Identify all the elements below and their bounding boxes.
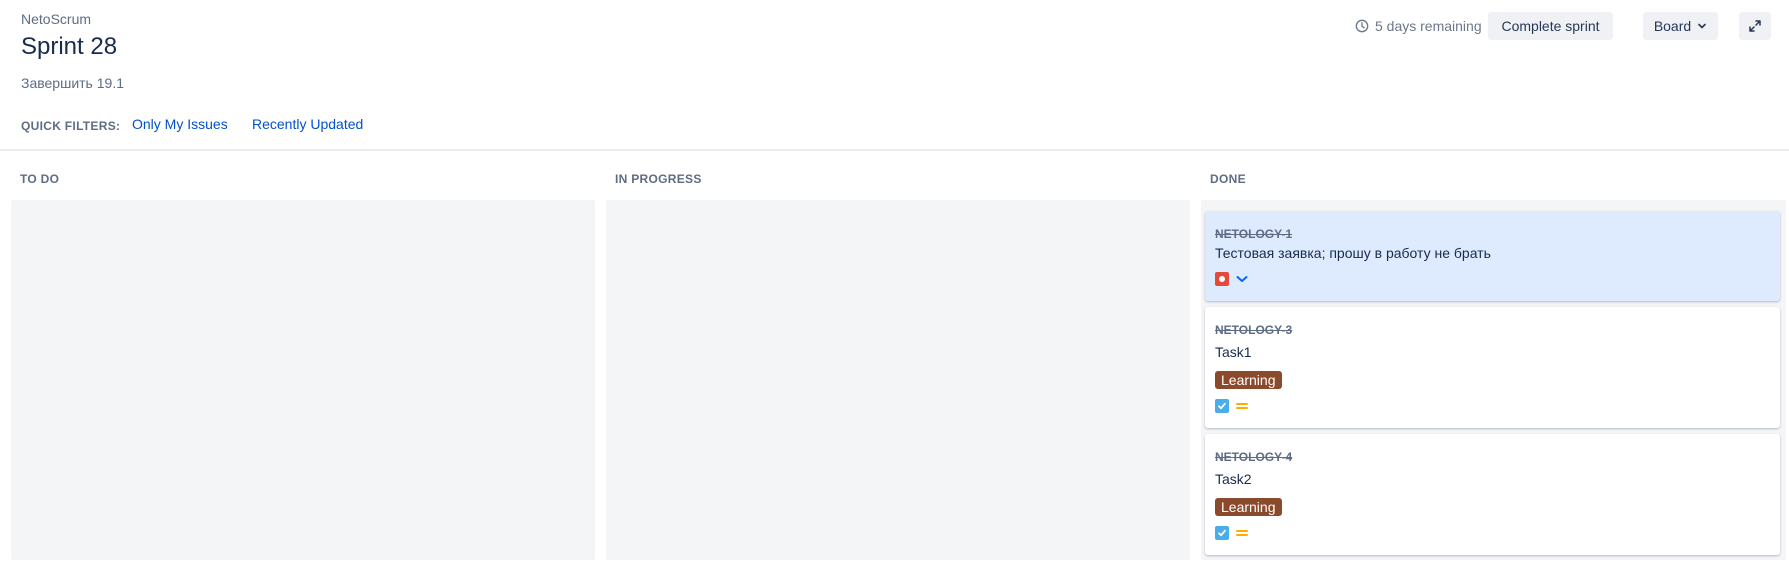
- complete-sprint-button[interactable]: Complete sprint: [1488, 12, 1613, 40]
- bug-icon: [1215, 272, 1229, 286]
- issue-key: NETOLOGY-3: [1215, 323, 1293, 337]
- issue-card[interactable]: NETOLOGY-4 Task2 Learning: [1205, 434, 1780, 555]
- issue-icons: [1215, 526, 1249, 540]
- issue-card[interactable]: NETOLOGY-1 Тестовая заявка; прошу в рабо…: [1205, 211, 1780, 301]
- chevron-down-icon: [1697, 21, 1707, 31]
- priority-medium-icon: [1235, 399, 1249, 413]
- issue-icons: [1215, 399, 1249, 413]
- clock-icon: [1355, 19, 1369, 33]
- priority-medium-icon: [1235, 526, 1249, 540]
- board-button-label: Board: [1653, 18, 1692, 34]
- issue-icons: [1215, 272, 1249, 286]
- filter-only-my-issues[interactable]: Only My Issues: [132, 116, 228, 132]
- column-todo[interactable]: [11, 200, 595, 560]
- expand-button[interactable]: [1739, 12, 1771, 40]
- column-header-todo: TO DO: [20, 172, 60, 186]
- issue-summary: Task2: [1215, 471, 1252, 487]
- task-checkbox-icon: [1215, 399, 1229, 413]
- column-header-in-progress: IN PROGRESS: [615, 172, 702, 186]
- filter-recently-updated[interactable]: Recently Updated: [252, 116, 363, 132]
- quick-filters-label: QUICK FILTERS:: [21, 119, 121, 133]
- issue-key: NETOLOGY-1: [1215, 227, 1293, 241]
- page-title: Sprint 28: [21, 33, 118, 60]
- project-name: NetoScrum: [21, 11, 92, 27]
- expand-icon: [1748, 19, 1762, 33]
- remaining-text: 5 days remaining: [1375, 18, 1482, 34]
- column-in-progress[interactable]: [606, 200, 1190, 560]
- board-menu-button[interactable]: Board: [1643, 12, 1718, 40]
- sprint-remaining: 5 days remaining: [1355, 12, 1482, 40]
- header-divider: [0, 149, 1789, 151]
- label-badge: Learning: [1215, 371, 1282, 389]
- issue-summary: Тестовая заявка; прошу в работу не брать: [1215, 245, 1491, 261]
- issue-key: NETOLOGY-4: [1215, 450, 1293, 464]
- issue-card[interactable]: NETOLOGY-3 Task1 Learning: [1205, 307, 1780, 428]
- label-badge: Learning: [1215, 498, 1282, 516]
- task-checkbox-icon: [1215, 526, 1229, 540]
- column-header-done: DONE: [1210, 172, 1246, 186]
- priority-low-icon: [1235, 272, 1249, 286]
- issue-summary: Task1: [1215, 344, 1252, 360]
- sprint-goal: Завершить 19.1: [21, 75, 124, 91]
